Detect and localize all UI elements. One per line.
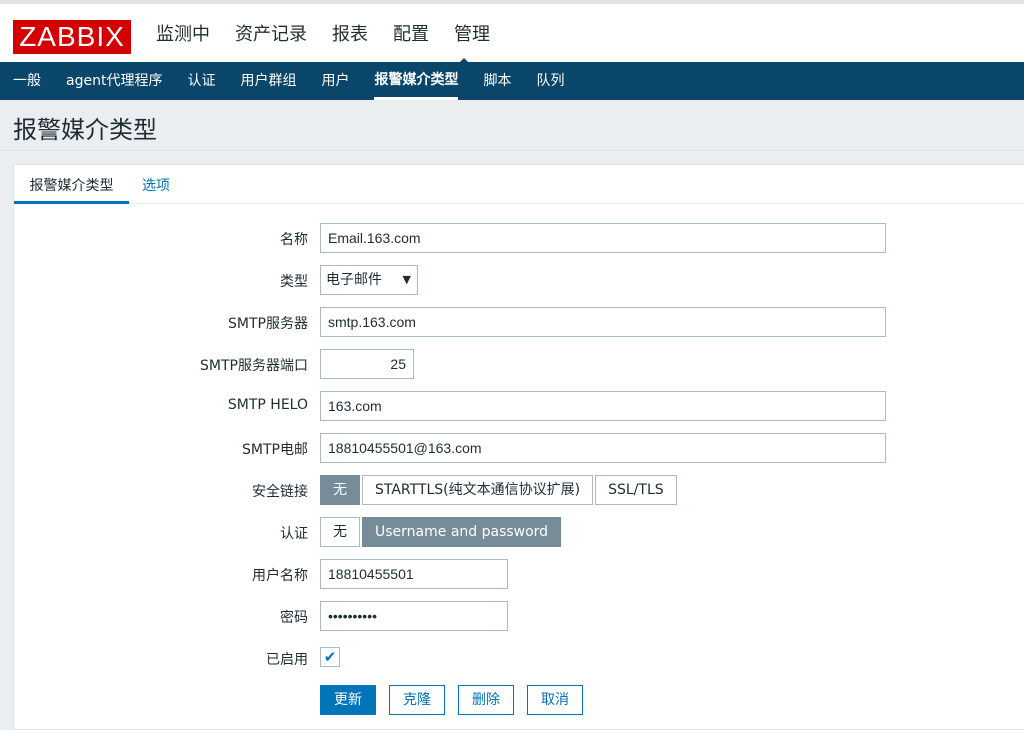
smtp-email-label: SMTP电邮 <box>242 442 308 458</box>
page-title: 报警媒介类型 <box>13 116 157 144</box>
type-select-value: 电子邮件 <box>326 272 382 288</box>
checkmark-icon: ✔ <box>323 648 337 666</box>
subnav-media-types[interactable]: 报警媒介类型 <box>374 62 459 100</box>
form-actions: 更新 克隆 删除 取消 <box>320 685 596 715</box>
auth-none-option[interactable]: 无 <box>320 517 360 547</box>
subnav-users[interactable]: 用户 <box>321 62 349 100</box>
auth-username-password-option[interactable]: Username and password <box>362 517 562 547</box>
security-label: 安全链接 <box>252 484 308 500</box>
auth-segmented: 无 Username and password <box>320 517 563 547</box>
username-input[interactable]: 18810455501 <box>320 559 508 589</box>
smtp-helo-input[interactable]: 163.com <box>320 391 886 421</box>
password-label: 密码 <box>280 610 308 626</box>
type-label: 类型 <box>280 274 308 290</box>
nav-configuration[interactable]: 配置 <box>393 22 429 48</box>
nav-reports[interactable]: 报表 <box>332 22 368 48</box>
name-input[interactable]: Email.163.com <box>320 223 886 253</box>
top-header: ZABBIX 监测中 资产记录 报表 配置 管理 <box>0 0 1024 66</box>
nav-inventory[interactable]: 资产记录 <box>235 22 307 48</box>
form-panel: 报警媒介类型 选项 名称 Email.163.com 类型 电子邮件 ▼ SMT… <box>13 164 1024 730</box>
security-none-option[interactable]: 无 <box>320 475 360 505</box>
subnav-user-groups[interactable]: 用户群组 <box>240 62 296 100</box>
smtp-server-input[interactable]: smtp.163.com <box>320 307 886 337</box>
update-button[interactable]: 更新 <box>320 685 376 715</box>
subnav-scripts[interactable]: 脚本 <box>483 62 511 100</box>
security-starttls-option[interactable]: STARTTLS(纯文本通信协议扩展) <box>362 475 594 505</box>
security-segmented: 无 STARTTLS(纯文本通信协议扩展) SSL/TLS <box>320 475 679 505</box>
zabbix-logo[interactable]: ZABBIX <box>13 20 131 54</box>
tab-media-type[interactable]: 报警媒介类型 <box>14 175 129 204</box>
main-nav: 监测中 资产记录 报表 配置 管理 <box>156 22 515 48</box>
subnav-queue[interactable]: 队列 <box>536 62 564 100</box>
sub-nav: 一般 agent代理程序 认证 用户群组 用户 报警媒介类型 脚本 队列 <box>13 62 589 100</box>
delete-button[interactable]: 删除 <box>458 685 514 715</box>
smtp-email-input[interactable]: 18810455501@163.com <box>320 433 886 463</box>
nav-monitoring[interactable]: 监测中 <box>156 22 210 48</box>
security-ssl-tls-option[interactable]: SSL/TLS <box>595 475 677 505</box>
password-input[interactable]: •••••••••• <box>320 601 508 631</box>
subnav-proxies[interactable]: agent代理程序 <box>66 62 162 100</box>
auth-label: 认证 <box>280 526 308 542</box>
nav-administration[interactable]: 管理 <box>454 22 490 48</box>
tab-options[interactable]: 选项 <box>142 175 170 195</box>
enabled-checkbox[interactable]: ✔ <box>320 647 340 667</box>
type-select[interactable]: 电子邮件 ▼ <box>320 265 418 295</box>
clone-button[interactable]: 克隆 <box>389 685 445 715</box>
name-label: 名称 <box>280 232 308 248</box>
divider <box>0 150 1024 151</box>
subnav-authentication[interactable]: 认证 <box>187 62 215 100</box>
tab-bar: 报警媒介类型 选项 <box>14 165 1024 204</box>
smtp-port-input[interactable]: 25 <box>320 349 414 379</box>
smtp-helo-label: SMTP HELO <box>227 397 308 413</box>
cancel-button[interactable]: 取消 <box>527 685 583 715</box>
sub-nav-bar: 一般 agent代理程序 认证 用户群组 用户 报警媒介类型 脚本 队列 <box>0 62 1024 100</box>
dropdown-arrow-icon: ▼ <box>402 273 411 286</box>
enabled-label: 已启用 <box>266 652 308 668</box>
smtp-port-label: SMTP服务器端口 <box>200 358 308 374</box>
username-label: 用户名称 <box>252 568 308 584</box>
smtp-server-label: SMTP服务器 <box>228 316 308 332</box>
subnav-general[interactable]: 一般 <box>13 62 41 100</box>
